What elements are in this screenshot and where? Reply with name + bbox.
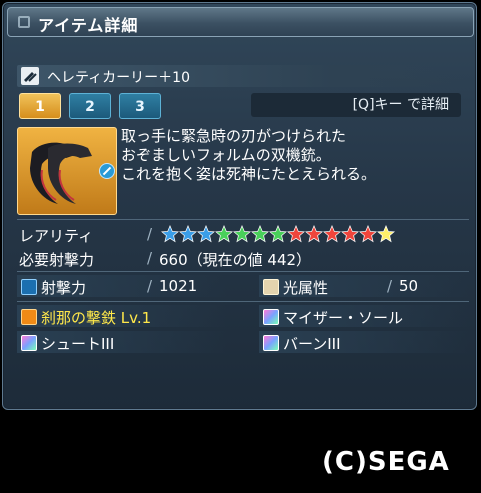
copyright-text: (C)SEGA (322, 447, 450, 477)
rarity-star-icon (340, 224, 360, 243)
item-description: 取っ手に緊急時の刃がつけられた おぞましいフォルムの双機銃。 これを抱く姿は死神… (121, 127, 471, 184)
affix-icon (263, 335, 279, 351)
rarity-star-icon (232, 224, 252, 243)
detail-button[interactable]: [Q]キー で詳細 (251, 93, 461, 117)
weapon-name-row: ヘレティカーリー＋10 (17, 65, 469, 87)
rarity-star-icon (304, 224, 324, 243)
separator: / (147, 249, 153, 267)
twin-machinegun-icon (21, 67, 39, 85)
rarity-star-icon (160, 224, 180, 243)
rarity-star-icon (178, 224, 198, 243)
description-line: これを抱く姿は死神にたとえられる。 (121, 165, 377, 183)
tab-2[interactable]: 2 (69, 93, 111, 119)
divider (17, 301, 469, 302)
potential-icon (21, 309, 37, 325)
affix-name: バーンIII (283, 335, 341, 353)
shooting-power-label: 射撃力 (41, 279, 87, 297)
description-line: 取っ手に緊急時の刃がつけられた (121, 127, 347, 145)
rarity-star-icon (214, 224, 234, 243)
shooting-power-value: 1021 (159, 277, 198, 295)
separator: / (387, 277, 393, 295)
requirement-value: 660（現在の値 442） (159, 251, 312, 269)
divider (17, 271, 469, 272)
no-trade-icon (99, 163, 115, 179)
affix-name: シュートIII (41, 335, 115, 353)
affix-name: マイザー・ソール (283, 309, 404, 327)
rarity-star-icon (196, 224, 216, 243)
rarity-star-icon (268, 224, 288, 243)
potential-name: 刹那の撃鉄 Lv.1 (41, 309, 152, 327)
rarity-star-icon (286, 224, 306, 243)
rarity-star-icon (250, 224, 270, 243)
rarity-star-icon (376, 224, 396, 243)
tab-1[interactable]: 1 (19, 93, 61, 119)
window-titlebar: アイテム詳細 (7, 7, 474, 37)
affix-icon (263, 309, 279, 325)
tab-3[interactable]: 3 (119, 93, 161, 119)
weapon-name: ヘレティカーリー＋10 (47, 70, 190, 86)
rarity-star-icon (322, 224, 342, 243)
rarity-star-icon (358, 224, 378, 243)
separator: / (147, 225, 153, 243)
light-element-icon (263, 279, 279, 295)
divider (17, 219, 469, 220)
separator: / (147, 277, 153, 295)
rarity-label: レアリティ (19, 227, 94, 245)
window-mark-icon (18, 16, 30, 28)
description-line: おぞましいフォルムの双機銃。 (121, 146, 331, 164)
window-title: アイテム詳細 (38, 16, 139, 35)
rarity-stars (160, 224, 396, 243)
item-detail-panel: アイテム詳細 ヘレティカーリー＋10 1 2 3 [Q]キー で詳細 取っ手に緊… (2, 2, 477, 410)
element-label: 光属性 (283, 279, 329, 297)
requirement-label: 必要射撃力 (19, 251, 95, 269)
shooting-power-icon (21, 279, 37, 295)
affix-icon (21, 335, 37, 351)
element-value: 50 (399, 277, 419, 295)
